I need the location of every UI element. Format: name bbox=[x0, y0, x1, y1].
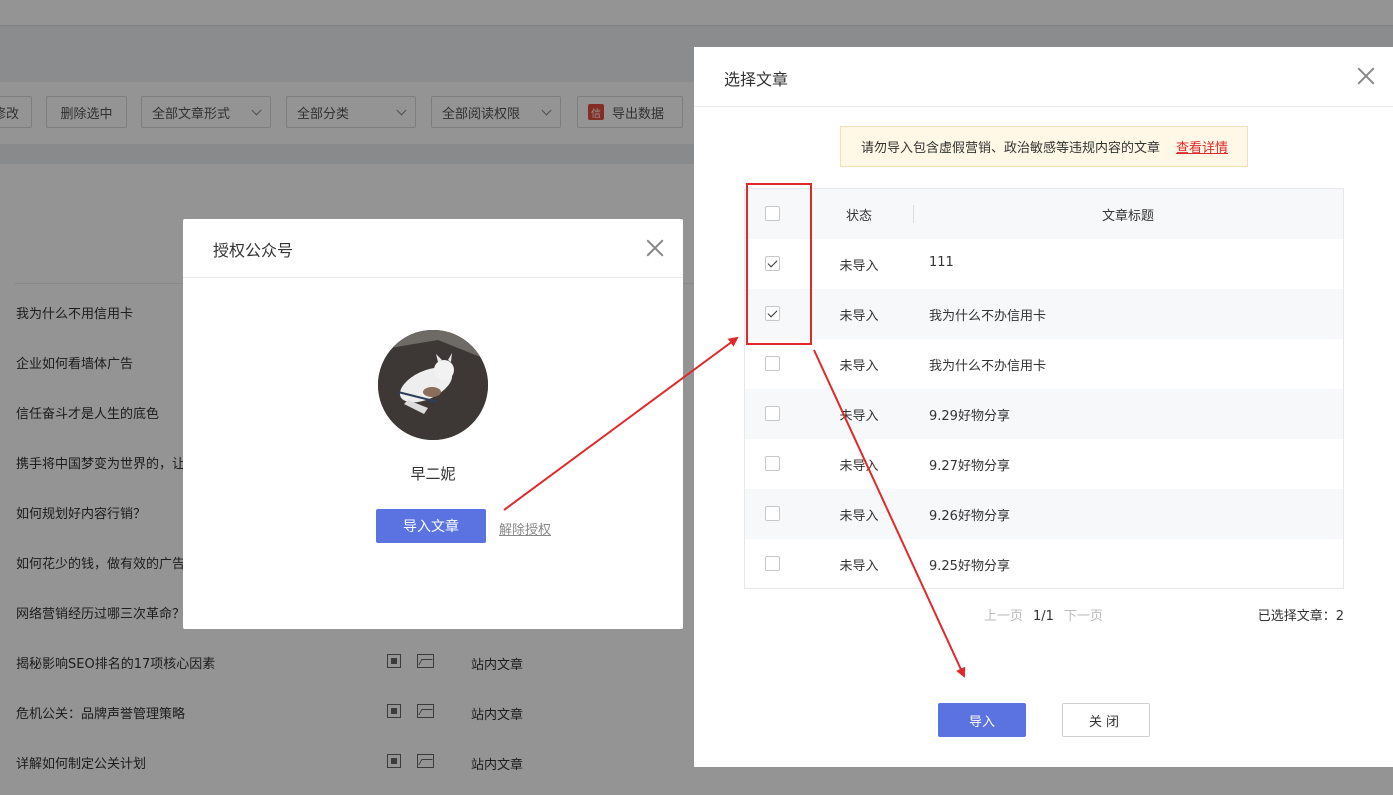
row-title: 9.29好物分享 bbox=[929, 409, 1010, 424]
table-row[interactable]: 未导入 9.29好物分享 bbox=[745, 389, 1343, 439]
select-all-checkbox[interactable] bbox=[765, 206, 780, 221]
column-header-status: 状态 bbox=[845, 209, 872, 224]
table-header: 状态 文章标题 bbox=[745, 189, 1343, 239]
authorize-account-dialog: 授权公众号 早二妮 导入文章 解除授权 bbox=[183, 219, 683, 629]
row-checkbox[interactable] bbox=[765, 356, 780, 371]
account-name: 早二妮 bbox=[410, 465, 456, 483]
page-indicator: 1/1 bbox=[1033, 609, 1054, 624]
row-checkbox[interactable] bbox=[765, 256, 780, 271]
row-checkbox[interactable] bbox=[765, 506, 780, 521]
row-title: 9.27好物分享 bbox=[929, 459, 1010, 474]
row-checkbox[interactable] bbox=[765, 406, 780, 421]
row-title: 111 bbox=[929, 255, 954, 270]
import-button[interactable]: 导入 bbox=[938, 703, 1026, 737]
selected-count: 已选择文章：2 bbox=[1257, 609, 1344, 624]
row-status: 未导入 bbox=[839, 359, 879, 374]
unauthorize-link[interactable]: 解除授权 bbox=[499, 519, 551, 538]
article-table: 状态 文章标题 未导入 111 未导入 我为什么不办信用卡 未导入 我为什么不办… bbox=[744, 188, 1344, 589]
table-row[interactable]: 未导入 我为什么不办信用卡 bbox=[745, 289, 1343, 339]
row-status: 未导入 bbox=[839, 309, 879, 324]
row-checkbox[interactable] bbox=[765, 556, 780, 571]
close-icon[interactable] bbox=[646, 239, 664, 257]
table-row[interactable]: 未导入 9.26好物分享 bbox=[745, 489, 1343, 539]
table-row[interactable]: 未导入 9.27好物分享 bbox=[745, 439, 1343, 489]
dialog-header: 授权公众号 bbox=[183, 219, 683, 278]
prev-page-link[interactable]: 上一页 bbox=[984, 609, 1023, 624]
close-button[interactable]: 关闭 bbox=[1062, 703, 1150, 737]
row-checkbox[interactable] bbox=[765, 456, 780, 471]
row-title: 我为什么不办信用卡 bbox=[929, 359, 1047, 374]
row-title: 9.26好物分享 bbox=[929, 509, 1010, 524]
notice-text: 请勿导入包含虚假营销、政治敏感等违规内容的文章 bbox=[861, 141, 1161, 156]
row-checkbox[interactable] bbox=[765, 306, 780, 321]
row-status: 未导入 bbox=[839, 559, 879, 574]
next-page-link[interactable]: 下一页 bbox=[1064, 609, 1103, 624]
row-status: 未导入 bbox=[839, 509, 879, 524]
table-row[interactable]: 未导入 111 bbox=[745, 239, 1343, 289]
row-status: 未导入 bbox=[839, 459, 879, 474]
view-details-link[interactable]: 查看详情 bbox=[1176, 137, 1228, 156]
warning-notice: 请勿导入包含虚假营销、政治敏感等违规内容的文章 查看详情 bbox=[840, 126, 1248, 167]
dialog-title: 授权公众号 bbox=[213, 241, 294, 260]
row-status: 未导入 bbox=[839, 409, 879, 424]
row-title: 9.25好物分享 bbox=[929, 559, 1010, 574]
table-row[interactable]: 未导入 我为什么不办信用卡 bbox=[745, 339, 1343, 389]
row-title: 我为什么不办信用卡 bbox=[929, 309, 1047, 324]
dialog-title: 选择文章 bbox=[724, 70, 789, 89]
dialog-header: 选择文章 bbox=[694, 47, 1393, 107]
import-articles-button[interactable]: 导入文章 bbox=[376, 509, 486, 543]
avatar bbox=[378, 330, 488, 440]
close-icon[interactable] bbox=[1357, 67, 1375, 85]
select-articles-dialog: 选择文章 请勿导入包含虚假营销、政治敏感等违规内容的文章 查看详情 状态 文章标… bbox=[694, 47, 1393, 767]
table-row[interactable]: 未导入 9.25好物分享 bbox=[745, 539, 1343, 589]
cat-photo bbox=[378, 330, 488, 440]
row-status: 未导入 bbox=[839, 259, 879, 274]
column-header-title: 文章标题 bbox=[1101, 209, 1154, 224]
pagination: 上一页 1/1 下一页 bbox=[984, 605, 1103, 624]
